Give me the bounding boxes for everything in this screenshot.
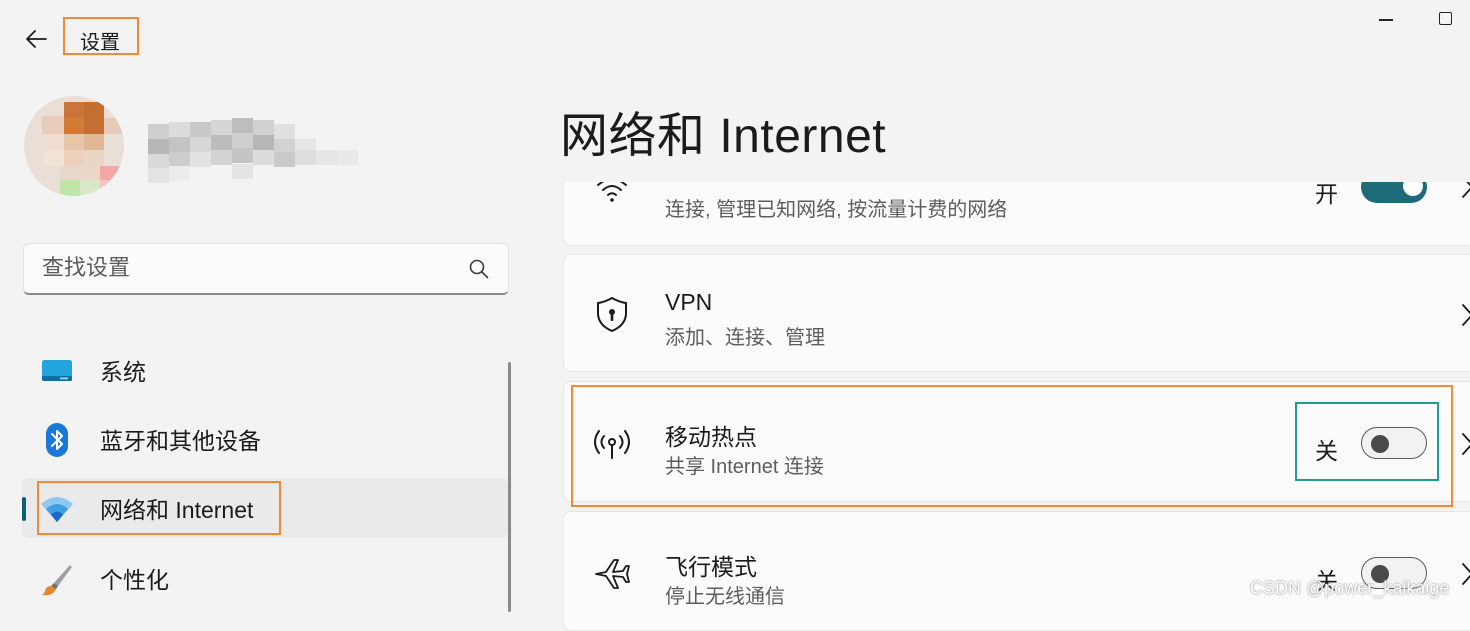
system-monitor-icon xyxy=(42,360,72,381)
vpn-subtitle: 添加、连接、管理 xyxy=(665,327,825,349)
paintbrush-icon xyxy=(42,565,72,596)
airplane-mode-subtitle: 停止无线通信 xyxy=(665,586,785,608)
sidebar-item-label: 网络和 Internet xyxy=(100,497,254,523)
mobile-hotspot-toggle[interactable] xyxy=(1361,427,1427,459)
shield-icon xyxy=(597,297,627,332)
sidebar-item-system[interactable]: 系统 xyxy=(22,340,508,400)
sidebar-item-label: 蓝牙和其他设备 xyxy=(100,428,261,454)
search-icon[interactable] xyxy=(468,258,490,280)
sidebar-item-label: 个性化 xyxy=(100,567,169,593)
chevron-right-icon[interactable] xyxy=(1461,303,1470,327)
maximize-button[interactable] xyxy=(1430,6,1462,32)
vpn-title: VPN xyxy=(665,289,713,315)
sidebar-item-label: 系统 xyxy=(100,359,146,385)
mobile-hotspot-subtitle: 共享 Internet 连接 xyxy=(665,456,824,478)
mobile-hotspot-toggle-state: 关 xyxy=(1315,438,1338,464)
sidebar-item-network[interactable]: 网络和 Internet xyxy=(22,478,508,538)
chevron-right-icon[interactable] xyxy=(1461,562,1470,586)
bluetooth-icon xyxy=(46,423,68,457)
watermark: CSDN @power_kaikaige xyxy=(1250,578,1450,598)
sidebar-scrollbar[interactable] xyxy=(508,362,511,612)
vpn-card[interactable]: VPN 添加、连接、管理 xyxy=(563,254,1470,372)
hotspot-icon xyxy=(594,430,630,459)
app-title: 设置 xyxy=(80,32,120,54)
back-button[interactable] xyxy=(14,22,58,56)
mobile-hotspot-card[interactable]: 移动热点 共享 Internet 连接 关 xyxy=(563,381,1470,502)
sidebar-item-bluetooth[interactable]: 蓝牙和其他设备 xyxy=(22,409,508,469)
mobile-hotspot-title: 移动热点 xyxy=(665,424,757,450)
sidebar-item-personalization[interactable]: 个性化 xyxy=(22,548,508,608)
active-indicator xyxy=(22,497,26,521)
airplane-mode-title: 飞行模式 xyxy=(665,554,757,580)
page-title: 网络和 Internet xyxy=(560,110,887,163)
back-arrow-icon xyxy=(26,30,47,48)
search-input[interactable] xyxy=(24,244,444,292)
wifi-icon xyxy=(41,497,73,522)
airplane-icon xyxy=(595,559,630,589)
user-name xyxy=(148,118,363,183)
chevron-right-icon[interactable] xyxy=(1461,432,1470,456)
minimize-button[interactable] xyxy=(1370,10,1404,30)
wlan-subtitle: 连接, 管理已知网络, 按流量计费的网络 xyxy=(665,199,1008,221)
search-box[interactable] xyxy=(23,243,509,295)
avatar[interactable] xyxy=(24,96,124,196)
airplane-mode-card[interactable]: 飞行模式 停止无线通信 关 xyxy=(563,511,1470,631)
